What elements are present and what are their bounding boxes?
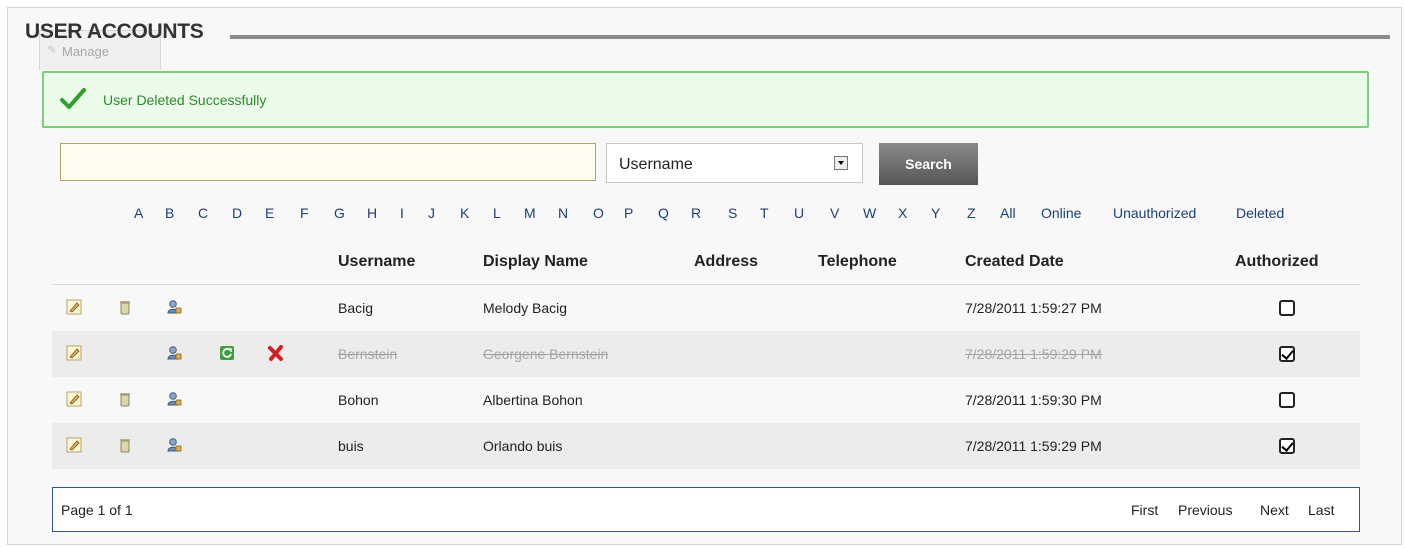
page-status: Page 1 of 1	[61, 502, 133, 518]
letter-filter-w[interactable]: W	[863, 205, 876, 221]
delete-icon[interactable]	[117, 299, 133, 315]
letter-filter-j[interactable]: J	[428, 205, 435, 221]
letter-filter-u[interactable]: U	[794, 205, 804, 221]
search-filter-value: Username	[619, 156, 693, 173]
user-roles-icon[interactable]	[166, 299, 182, 315]
manage-tab-label: Manage	[62, 44, 109, 59]
letter-filter-deleted[interactable]: Deleted	[1236, 205, 1284, 221]
pager-last-link[interactable]: Last	[1308, 502, 1334, 518]
column-header-display-name[interactable]: Display Name	[483, 253, 588, 271]
authorized-checkbox[interactable]	[1279, 346, 1295, 362]
letter-filter-p[interactable]: P	[624, 205, 633, 221]
letter-filter-e[interactable]: E	[265, 205, 274, 221]
search-input[interactable]	[60, 143, 596, 181]
search-button[interactable]: Search	[879, 143, 978, 185]
alert-message: User Deleted Successfully	[103, 92, 267, 108]
letter-filter-b[interactable]: B	[165, 205, 174, 221]
cell-username: buis	[338, 438, 364, 454]
cell-username: Bernstein	[338, 346, 398, 362]
user-roles-icon[interactable]	[166, 437, 182, 453]
chevron-down-icon	[834, 156, 848, 170]
remove-icon[interactable]	[268, 345, 284, 361]
table-row: Bohon Albertina Bohon 7/28/2011 1:59:30 PM	[52, 377, 1360, 423]
letter-filter-l[interactable]: L	[493, 205, 501, 221]
edit-icon[interactable]	[66, 391, 82, 407]
edit-icon[interactable]	[66, 437, 82, 453]
column-header-authorized: Authorized	[1235, 253, 1319, 270]
letter-filter-h[interactable]: H	[367, 205, 377, 221]
letter-filter-o[interactable]: O	[593, 205, 604, 221]
title-divider	[230, 35, 1390, 39]
letter-filter-t[interactable]: T	[760, 205, 769, 221]
column-header-created-date[interactable]: Created Date	[965, 253, 1064, 271]
letter-filter-m[interactable]: M	[524, 205, 536, 221]
letter-filter-c[interactable]: C	[198, 205, 208, 221]
delete-icon[interactable]	[117, 437, 133, 453]
cell-created-date: 7/28/2011 1:59:29 PM	[965, 346, 1102, 362]
letter-filter-y[interactable]: Y	[931, 205, 940, 221]
search-filter-select[interactable]: Username	[606, 143, 863, 183]
column-header-address: Address	[694, 253, 759, 270]
edit-icon[interactable]	[66, 345, 82, 361]
letter-filter-all[interactable]: All	[1000, 205, 1016, 221]
pager: Page 1 of 1 First Previous Next Last	[52, 487, 1360, 532]
letter-filter-i[interactable]: I	[400, 205, 404, 221]
authorized-checkbox[interactable]	[1279, 392, 1295, 408]
letter-filter-online[interactable]: Online	[1041, 205, 1081, 221]
letter-filter-v[interactable]: V	[830, 205, 839, 221]
letter-filter-k[interactable]: K	[460, 205, 469, 221]
cell-display-name: Melody Bacig	[483, 300, 568, 316]
letter-filter-f[interactable]: F	[300, 205, 309, 221]
user-roles-icon[interactable]	[166, 345, 182, 361]
table-header: Username Display Name Address Telephone …	[52, 245, 1360, 285]
letter-filter-bar: A B C D E F G H I J K L M N O P Q R S T U V W X Y Z All Online Unaut…	[0, 205, 1405, 225]
letter-filter-unauthorized[interactable]: Unauthorized	[1113, 205, 1196, 221]
restore-icon[interactable]	[219, 345, 235, 361]
letter-filter-d[interactable]: D	[232, 205, 242, 221]
cell-username: Bacig	[338, 300, 374, 316]
pager-first-link[interactable]: First	[1131, 502, 1158, 518]
authorized-checkbox[interactable]	[1279, 438, 1295, 454]
table-row: Bacig Melody Bacig 7/28/2011 1:59:27 PM	[52, 285, 1360, 331]
table-row: Bernstein Georgene Bernstein 7/28/2011 1:5…	[52, 331, 1360, 377]
letter-filter-a[interactable]: A	[134, 205, 143, 221]
letter-filter-x[interactable]: X	[898, 205, 907, 221]
letter-filter-g[interactable]: G	[334, 205, 345, 221]
column-header-username[interactable]: Username	[338, 253, 415, 271]
cell-display-name: Georgene Bernstein	[483, 346, 609, 362]
cell-display-name: Orlando buis	[483, 438, 563, 454]
letter-filter-r[interactable]: R	[691, 205, 701, 221]
success-alert: User Deleted Successfully	[42, 71, 1369, 128]
authorized-checkbox[interactable]	[1279, 300, 1295, 316]
table-row: buis Orlando buis 7/28/2011 1:59:29 PM	[52, 423, 1360, 469]
user-roles-icon[interactable]	[166, 391, 182, 407]
edit-icon[interactable]	[66, 299, 82, 315]
letter-filter-n[interactable]: N	[558, 205, 568, 221]
letter-filter-q[interactable]: Q	[658, 205, 669, 221]
letter-filter-z[interactable]: Z	[967, 205, 976, 221]
cell-created-date: 7/28/2011 1:59:29 PM	[965, 438, 1102, 454]
cell-username: Bohon	[338, 392, 379, 408]
column-header-telephone: Telephone	[818, 253, 897, 270]
pager-previous-link[interactable]: Previous	[1178, 502, 1232, 518]
cell-display-name: Albertina Bohon	[483, 392, 583, 408]
cell-created-date: 7/28/2011 1:59:30 PM	[965, 392, 1102, 408]
checkmark-icon	[60, 88, 86, 109]
page-title: USER ACCOUNTS	[25, 20, 204, 43]
pencil-icon: ✎	[47, 43, 58, 57]
pager-next-link[interactable]: Next	[1260, 502, 1289, 518]
letter-filter-s[interactable]: S	[728, 205, 737, 221]
delete-icon[interactable]	[117, 391, 133, 407]
cell-created-date: 7/28/2011 1:59:27 PM	[965, 300, 1102, 316]
